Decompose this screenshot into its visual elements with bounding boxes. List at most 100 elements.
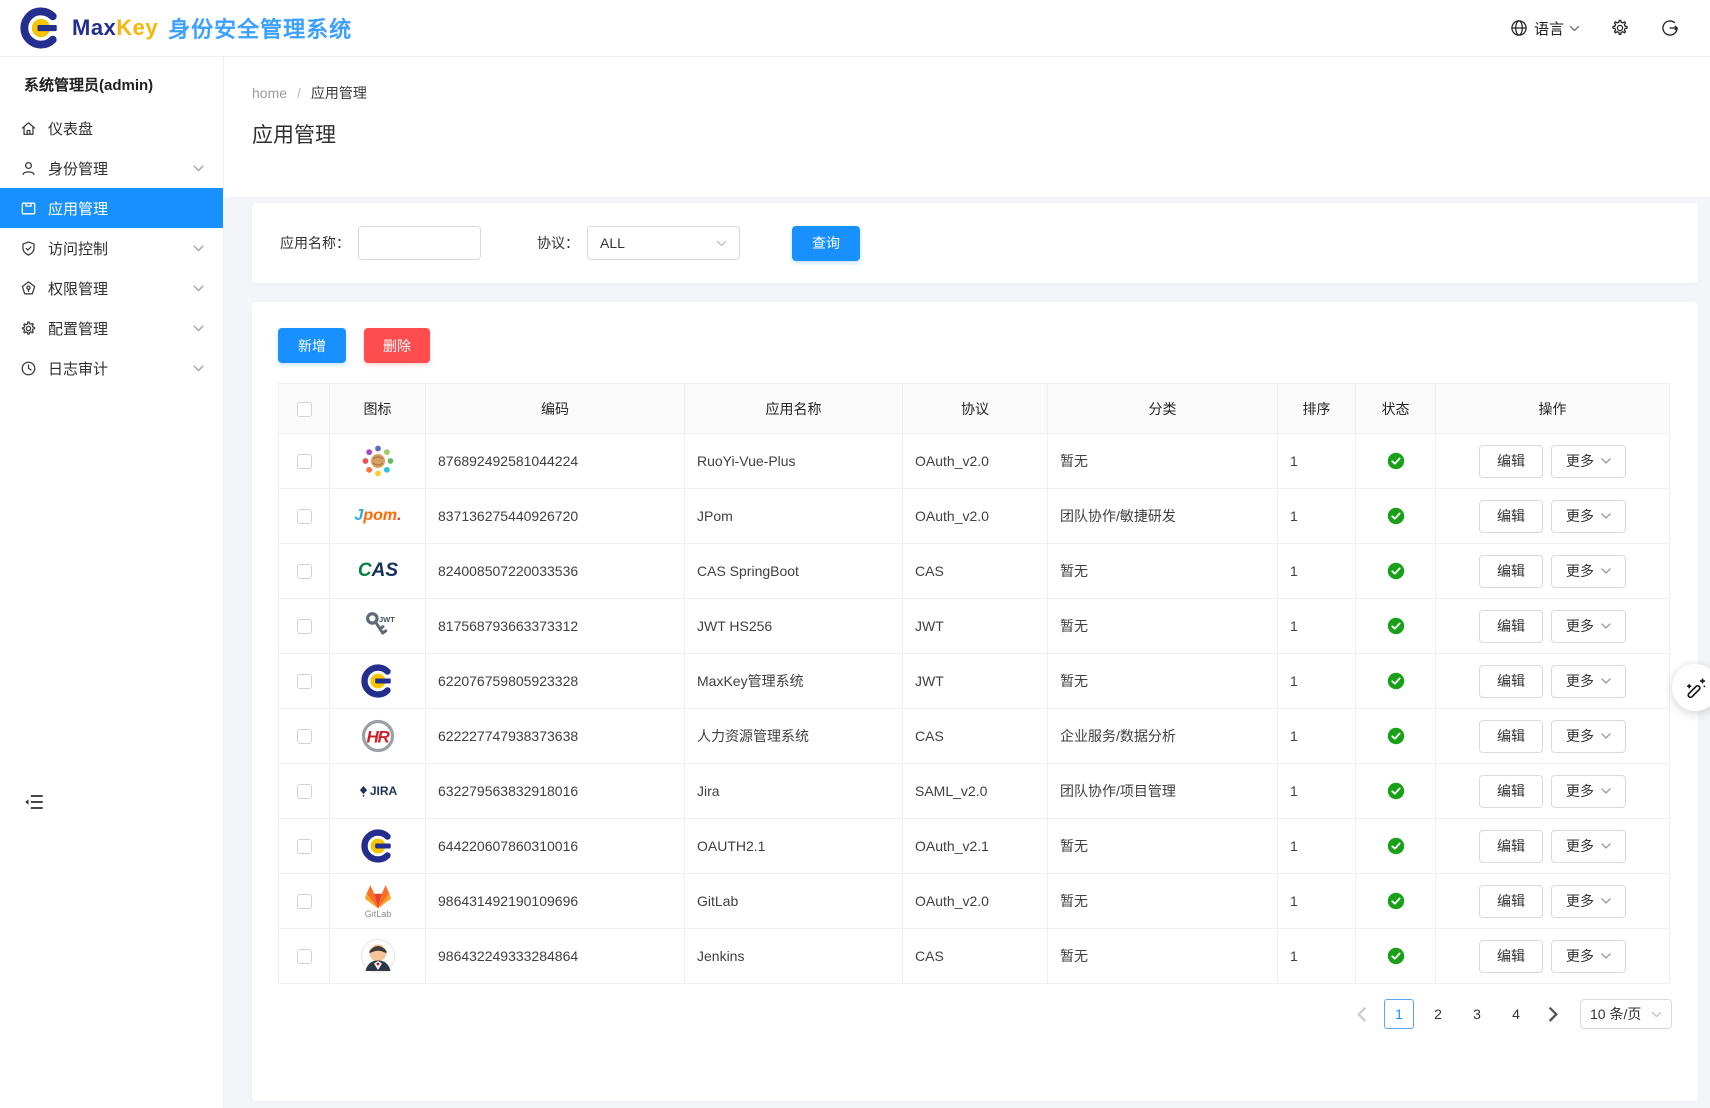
- page-size-select[interactable]: 10 条/页: [1580, 999, 1672, 1029]
- table-row: 644220607860310016OAUTH2.1OAuth_v2.1暂无1编…: [279, 819, 1670, 874]
- app-name-input[interactable]: [358, 226, 481, 260]
- more-button[interactable]: 更多: [1551, 940, 1626, 973]
- row-checkbox[interactable]: [297, 619, 312, 634]
- more-button[interactable]: 更多: [1551, 885, 1626, 918]
- edit-button[interactable]: 编辑: [1479, 885, 1543, 918]
- logout-icon[interactable]: [1660, 18, 1680, 38]
- app-code: 824008507220033536: [426, 544, 685, 599]
- app-code: 817568793663373312: [426, 599, 685, 654]
- more-button[interactable]: 更多: [1551, 555, 1626, 588]
- table-header-row: 图标 编码 应用名称 协议 分类 排序 状态 操作: [279, 384, 1670, 434]
- menu-fold-icon[interactable]: [24, 792, 44, 812]
- app-code: 644220607860310016: [426, 819, 685, 874]
- pagination-prev-icon[interactable]: [1349, 999, 1375, 1029]
- sidebar-item-application[interactable]: 应用管理: [0, 188, 223, 228]
- app-sort: 1: [1278, 874, 1356, 929]
- pagination-page-4[interactable]: 4: [1501, 999, 1531, 1029]
- edit-button[interactable]: 编辑: [1479, 665, 1543, 698]
- table-row: GitLab986431492190109696GitLabOAuth_v2.0…: [279, 874, 1670, 929]
- more-button[interactable]: 更多: [1551, 445, 1626, 478]
- app-protocol: OAuth_v2.0: [903, 874, 1048, 929]
- edit-button[interactable]: 编辑: [1479, 445, 1543, 478]
- row-checkbox[interactable]: [297, 454, 312, 469]
- pagination-page-1[interactable]: 1: [1384, 999, 1414, 1029]
- edit-button[interactable]: 编辑: [1479, 775, 1543, 808]
- protocol-select[interactable]: ALL: [587, 226, 740, 260]
- settings-gear-icon[interactable]: [1610, 18, 1630, 38]
- row-checkbox[interactable]: [297, 949, 312, 964]
- table-row: 876892492581044224RuoYi-Vue-PlusOAuth_v2…: [279, 434, 1670, 489]
- edit-button[interactable]: 编辑: [1479, 500, 1543, 533]
- row-checkbox[interactable]: [297, 729, 312, 744]
- edit-button[interactable]: 编辑: [1479, 940, 1543, 973]
- sidebar-item-permission[interactable]: 权限管理: [0, 268, 223, 308]
- app-sort: 1: [1278, 819, 1356, 874]
- app-name: OAUTH2.1: [685, 819, 903, 874]
- app-code: 986431492190109696: [426, 874, 685, 929]
- sidebar-item-audit[interactable]: 日志审计: [0, 348, 223, 388]
- maxkey-logo-icon: [20, 7, 62, 49]
- column-header-name: 应用名称: [685, 384, 903, 434]
- chevron-down-icon: [193, 165, 204, 172]
- pagination-page-2[interactable]: 2: [1423, 999, 1453, 1029]
- search-button[interactable]: 查询: [792, 226, 860, 261]
- table-toolbar: 新增 删除: [278, 328, 1672, 363]
- app-category: 暂无: [1048, 929, 1278, 984]
- row-checkbox[interactable]: [297, 509, 312, 524]
- edit-button[interactable]: 编辑: [1479, 720, 1543, 753]
- edit-button[interactable]: 编辑: [1479, 610, 1543, 643]
- column-header-category: 分类: [1048, 384, 1278, 434]
- row-checkbox[interactable]: [297, 839, 312, 854]
- app-name: CAS SpringBoot: [685, 544, 903, 599]
- chevron-down-icon: [193, 285, 204, 292]
- more-button[interactable]: 更多: [1551, 610, 1626, 643]
- app-category: 暂无: [1048, 599, 1278, 654]
- more-button[interactable]: 更多: [1551, 720, 1626, 753]
- gitlab-app-icon: GitLab: [330, 884, 426, 919]
- chevron-down-icon: [1601, 623, 1611, 629]
- app-name: Jenkins: [685, 929, 903, 984]
- add-button[interactable]: 新增: [278, 328, 346, 363]
- more-button[interactable]: 更多: [1551, 500, 1626, 533]
- sidebar-item-config[interactable]: 配置管理: [0, 308, 223, 348]
- sidebar-item-access[interactable]: 访问控制: [0, 228, 223, 268]
- jpom-app-icon: Jpom.: [330, 507, 426, 525]
- select-all-checkbox[interactable]: [297, 402, 312, 417]
- cas-app-icon: CAS: [330, 560, 426, 582]
- more-button[interactable]: 更多: [1551, 830, 1626, 863]
- pagination-page-3[interactable]: 3: [1462, 999, 1492, 1029]
- delete-button[interactable]: 删除: [364, 328, 430, 363]
- table-row: JIRA632279563832918016JiraSAML_v2.0团队协作/…: [279, 764, 1670, 819]
- page-size-value: 10 条/页: [1590, 1004, 1641, 1024]
- pagination-next-icon[interactable]: [1540, 999, 1566, 1029]
- more-button[interactable]: 更多: [1551, 775, 1626, 808]
- sidebar-item-dashboard[interactable]: 仪表盘: [0, 108, 223, 148]
- edit-button[interactable]: 编辑: [1479, 830, 1543, 863]
- row-checkbox[interactable]: [297, 674, 312, 689]
- table-row: HR622227747938373638人力资源管理系统CAS企业服务/数据分析…: [279, 709, 1670, 764]
- sidebar-menu: 仪表盘身份管理应用管理访问控制权限管理配置管理日志审计: [0, 108, 223, 388]
- app-sort: 1: [1278, 489, 1356, 544]
- jwt-app-icon: JWT: [330, 609, 426, 643]
- sidebar-item-identity[interactable]: 身份管理: [0, 148, 223, 188]
- app-sort: 1: [1278, 764, 1356, 819]
- table-row: JWT817568793663373312JWT HS256JWT暂无1编辑更多: [279, 599, 1670, 654]
- row-checkbox[interactable]: [297, 784, 312, 799]
- breadcrumb-home-link[interactable]: home: [252, 85, 287, 101]
- application-icon: [20, 200, 37, 217]
- svg-text:JWT: JWT: [379, 615, 395, 624]
- chevron-down-icon: [1569, 25, 1580, 32]
- app-sort: 1: [1278, 654, 1356, 709]
- protocol-selected-value: ALL: [600, 235, 625, 251]
- row-checkbox[interactable]: [297, 564, 312, 579]
- row-checkbox[interactable]: [297, 894, 312, 909]
- app-name: GitLab: [685, 874, 903, 929]
- column-header-actions: 操作: [1436, 384, 1670, 434]
- edit-button[interactable]: 编辑: [1479, 555, 1543, 588]
- app-protocol: OAuth_v2.0: [903, 434, 1048, 489]
- more-button[interactable]: 更多: [1551, 665, 1626, 698]
- app-category: 暂无: [1048, 819, 1278, 874]
- language-switcher[interactable]: 语言: [1509, 18, 1580, 39]
- dashboard-icon: [20, 120, 37, 137]
- chevron-down-icon: [1601, 568, 1611, 574]
